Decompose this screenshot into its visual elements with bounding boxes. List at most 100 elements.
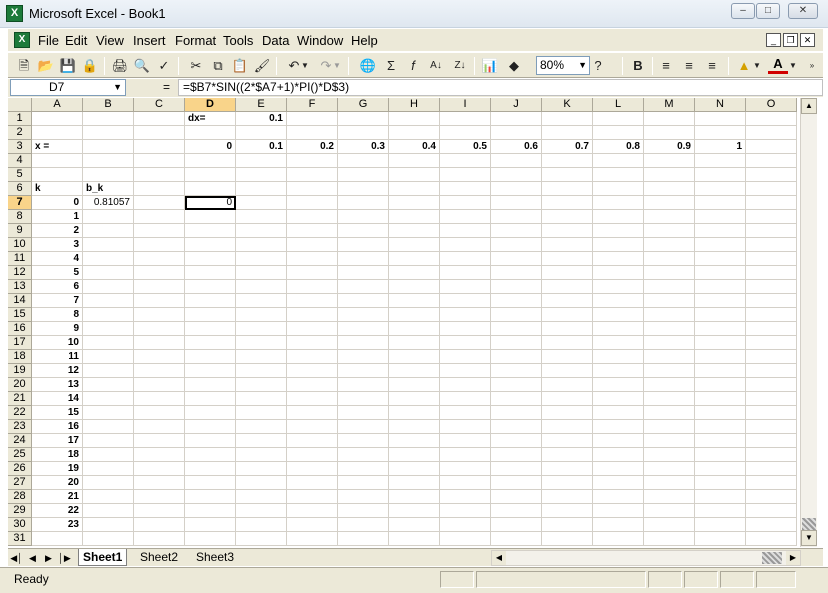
cell-m17[interactable]: [644, 336, 695, 350]
cell-k29[interactable]: [542, 504, 593, 518]
cell-a7[interactable]: 0: [32, 196, 83, 210]
cell-e5[interactable]: [236, 168, 287, 182]
cell-a3[interactable]: x =: [32, 140, 83, 154]
cell-n16[interactable]: [695, 322, 746, 336]
cell-b7[interactable]: 0.81057: [83, 196, 134, 210]
cell-c17[interactable]: [134, 336, 185, 350]
menu-tools[interactable]: Tools: [223, 33, 253, 48]
cell-a6[interactable]: k: [32, 182, 83, 196]
cell-j10[interactable]: [491, 238, 542, 252]
cell-h20[interactable]: [389, 378, 440, 392]
save-icon[interactable]: 💾: [58, 56, 78, 76]
menu-data[interactable]: Data: [262, 33, 289, 48]
fill-color-dropdown-icon[interactable]: ▼: [752, 56, 762, 76]
cell-f23[interactable]: [287, 420, 338, 434]
cell-e23[interactable]: [236, 420, 287, 434]
cell-d6[interactable]: [185, 182, 236, 196]
font-color-button[interactable]: A: [768, 56, 788, 74]
cell-a11[interactable]: 4: [32, 252, 83, 266]
cell-a15[interactable]: 8: [32, 308, 83, 322]
cell-m23[interactable]: [644, 420, 695, 434]
cell-m3[interactable]: 0.9: [644, 140, 695, 154]
cell-b1[interactable]: [83, 112, 134, 126]
cell-a26[interactable]: 19: [32, 462, 83, 476]
cell-c22[interactable]: [134, 406, 185, 420]
cell-n21[interactable]: [695, 392, 746, 406]
cell-d29[interactable]: [185, 504, 236, 518]
cell-d23[interactable]: [185, 420, 236, 434]
cell-b11[interactable]: [83, 252, 134, 266]
cell-n26[interactable]: [695, 462, 746, 476]
cell-i12[interactable]: [440, 266, 491, 280]
cell-i1[interactable]: [440, 112, 491, 126]
cell-f19[interactable]: [287, 364, 338, 378]
cell-j4[interactable]: [491, 154, 542, 168]
row-header-27[interactable]: 27: [8, 476, 32, 490]
cell-l21[interactable]: [593, 392, 644, 406]
cell-m12[interactable]: [644, 266, 695, 280]
cell-d2[interactable]: [185, 126, 236, 140]
cell-d20[interactable]: [185, 378, 236, 392]
column-header-c[interactable]: C: [134, 98, 185, 112]
cell-i10[interactable]: [440, 238, 491, 252]
cell-m5[interactable]: [644, 168, 695, 182]
cell-j2[interactable]: [491, 126, 542, 140]
cell-n25[interactable]: [695, 448, 746, 462]
cell-n7[interactable]: [695, 196, 746, 210]
row-header-10[interactable]: 10: [8, 238, 32, 252]
cell-c27[interactable]: [134, 476, 185, 490]
cell-f6[interactable]: [287, 182, 338, 196]
cell-d14[interactable]: [185, 294, 236, 308]
cell-l26[interactable]: [593, 462, 644, 476]
cell-j6[interactable]: [491, 182, 542, 196]
menu-format[interactable]: Format: [175, 33, 216, 48]
cell-g2[interactable]: [338, 126, 389, 140]
cell-f13[interactable]: [287, 280, 338, 294]
cell-e22[interactable]: [236, 406, 287, 420]
cell-k6[interactable]: [542, 182, 593, 196]
cell-k4[interactable]: [542, 154, 593, 168]
cell-j17[interactable]: [491, 336, 542, 350]
cell-c16[interactable]: [134, 322, 185, 336]
cell-g28[interactable]: [338, 490, 389, 504]
cell-k11[interactable]: [542, 252, 593, 266]
cell-m7[interactable]: [644, 196, 695, 210]
cell-b14[interactable]: [83, 294, 134, 308]
align-center-icon[interactable]: ≡: [679, 56, 699, 76]
row-header-2[interactable]: 2: [8, 126, 32, 140]
cell-l29[interactable]: [593, 504, 644, 518]
row-header-24[interactable]: 24: [8, 434, 32, 448]
cell-g11[interactable]: [338, 252, 389, 266]
cell-i31[interactable]: [440, 532, 491, 546]
cell-c28[interactable]: [134, 490, 185, 504]
cell-m24[interactable]: [644, 434, 695, 448]
cell-m15[interactable]: [644, 308, 695, 322]
cell-m1[interactable]: [644, 112, 695, 126]
cell-e18[interactable]: [236, 350, 287, 364]
cell-d22[interactable]: [185, 406, 236, 420]
cell-i26[interactable]: [440, 462, 491, 476]
cell-b18[interactable]: [83, 350, 134, 364]
cell-o16[interactable]: [746, 322, 797, 336]
row-header-12[interactable]: 12: [8, 266, 32, 280]
row-header-15[interactable]: 15: [8, 308, 32, 322]
cell-f12[interactable]: [287, 266, 338, 280]
cell-n9[interactable]: [695, 224, 746, 238]
cell-h7[interactable]: [389, 196, 440, 210]
cell-h14[interactable]: [389, 294, 440, 308]
font-color-dropdown-icon[interactable]: ▼: [788, 56, 798, 76]
cell-g14[interactable]: [338, 294, 389, 308]
cell-h15[interactable]: [389, 308, 440, 322]
cell-c8[interactable]: [134, 210, 185, 224]
formula-input[interactable]: =$B7*SIN((2*$A7+1)*PI()*D$3): [178, 79, 823, 96]
cell-g6[interactable]: [338, 182, 389, 196]
row-header-25[interactable]: 25: [8, 448, 32, 462]
cell-k14[interactable]: [542, 294, 593, 308]
cell-k12[interactable]: [542, 266, 593, 280]
cell-b28[interactable]: [83, 490, 134, 504]
cell-h8[interactable]: [389, 210, 440, 224]
cell-l10[interactable]: [593, 238, 644, 252]
column-header-m[interactable]: M: [644, 98, 695, 112]
autosum-icon[interactable]: Σ: [381, 56, 401, 76]
row-header-28[interactable]: 28: [8, 490, 32, 504]
